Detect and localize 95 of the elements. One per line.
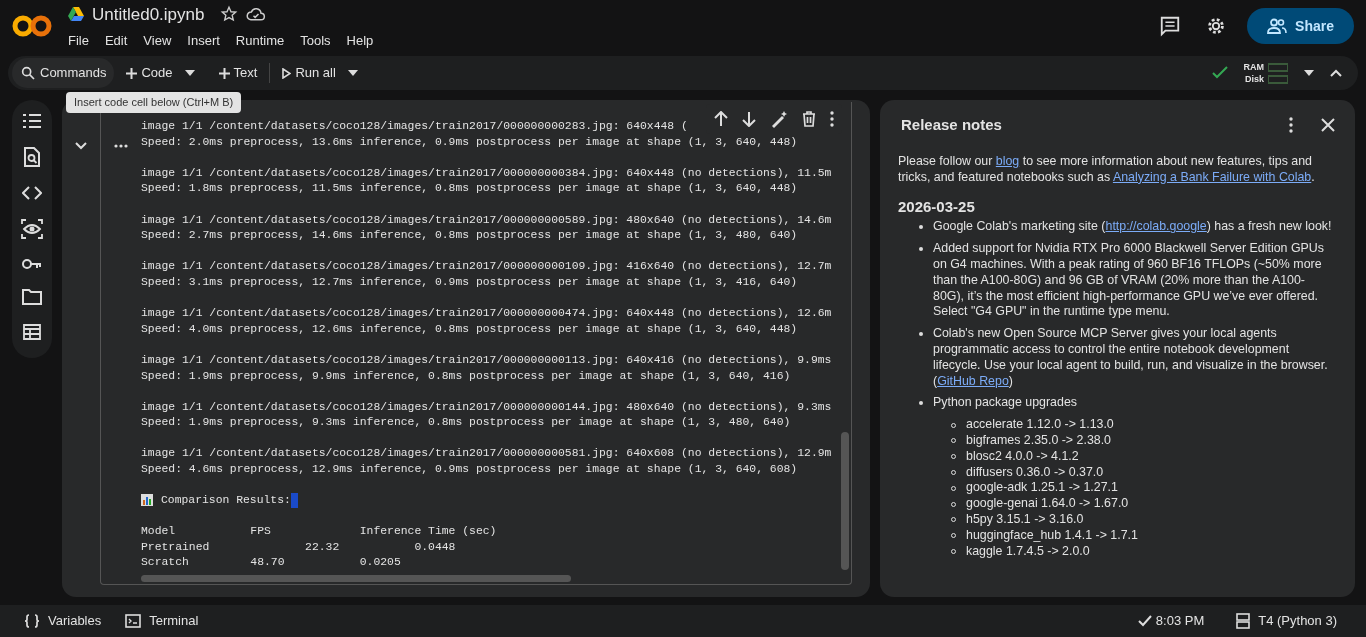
output-line: image 1/1 /content/datasets/coco128/images/train2017/000000000589.jpg: 480x640 (no detections), 14.6m (141, 212, 833, 228)
output-line: Speed: 4.0ms preprocess, 12.6ms inference, 0.8ms postprocess per image at shape (1, 3, 640, 448) (141, 321, 799, 337)
find-icon[interactable] (24, 147, 40, 167)
terminal-button[interactable]: Terminal (125, 611, 199, 631)
list-item-text: diffusers 0.36.0 -> 0.37.0 (966, 464, 1104, 481)
menu-item[interactable]: Runtime (235, 31, 285, 51)
list-item-text: blosc2 4.0.0 -> 4.1.2 (966, 448, 1079, 465)
caret-icon[interactable] (347, 70, 358, 76)
link[interactable]: GitHub Repo (937, 373, 1009, 388)
date-heading: 2026-03-25 (898, 198, 976, 215)
braces-icon (24, 614, 40, 628)
menu-item[interactable]: Help (346, 31, 374, 51)
output-line: Model FPS Inference Time (sec) (141, 524, 498, 540)
output-line: image 1/1 /content/datasets/coco128/images/train2017/000000000474.jpg: 640x448 (no detections), 12.6m (141, 306, 833, 322)
table-icon[interactable] (23, 324, 41, 340)
runtime-button[interactable]: T4 (Python 3) (1236, 611, 1337, 631)
output-line: Pretrained 22.32 0.0448 (141, 539, 457, 555)
drive-icon (68, 7, 84, 22)
tooltip: Insert code cell below (Ctrl+M B) (66, 92, 242, 113)
link[interactable]: http://colab.google (1105, 219, 1207, 234)
menu-item[interactable]: Insert (187, 31, 220, 51)
collapse-icon[interactable] (1330, 69, 1342, 77)
output-line: image 1/1 /content/datasets/coco128/images/train2017/000000000283.jpg: 640x448 ( (141, 119, 689, 134)
intro-paragraph: Please follow our blog to see more information about new features, tips and tricks, and featured notebooks such as Analyzing a Bank Failure with Colab. (898, 154, 1316, 186)
plus-icon (218, 67, 230, 79)
commands-button[interactable]: Commands (12, 58, 115, 88)
play-icon (282, 67, 292, 79)
output-line: Scratch 48.70 0.0205 (141, 555, 402, 571)
output-line: image 1/1 /content/datasets/coco128/images/train2017/000000000113.jpg: 640x416 (no detections), 9.9ms (141, 352, 833, 368)
resources-indicator[interactable]: RAM Disk (1240, 61, 1288, 85)
comment-icon[interactable] (1159, 15, 1182, 37)
list-item-text: accelerate 1.12.0 -> 1.13.0 (966, 417, 1114, 433)
notebook-title[interactable]: Untitled0.ipynb (92, 1, 205, 27)
bullet-text: Python package upgrades (933, 395, 1078, 412)
results-title: Comparison Results: (161, 492, 291, 508)
pencil-sparkle-icon[interactable] (770, 110, 788, 128)
more-vertical-icon[interactable] (830, 111, 834, 127)
list-item-text: kaggle 1.7.4.5 -> 2.0.0 (966, 543, 1090, 560)
share-button[interactable]: Share (1247, 8, 1354, 44)
caret-icon[interactable] (1304, 70, 1314, 76)
close-icon[interactable] (1321, 118, 1335, 132)
bullet-text: Added support for Nvidia RTX Pro 6000 Blackwell Server Edition GPUs on G4 machines. With a peak rating of 960 BF16 TFLOPs (~50% more than the A100-80G) and 96 GB of VRAM (20% more than the A100-80G), it’s the most efficient high-performance GPU we’ve ever offered. Select "G4 GPU" in the runtime type menu. (933, 241, 1325, 321)
output-line: Speed: 2.7ms preprocess, 14.6ms inference, 0.8ms postprocess per image at shape (1, 3, 480, 640) (141, 228, 799, 244)
last-saved-time[interactable]: 8:03 PM (1155, 611, 1205, 631)
caret-icon[interactable] (184, 70, 195, 76)
menu-item[interactable]: File (68, 31, 89, 51)
cloud-check-icon[interactable] (246, 6, 267, 23)
bullet-text: Colab's new Open Source MCP Server gives your local agents programmatic access to control the entire notebook development lifecycle. Use your local agent to build, run, and visualize in the browser. (GitHub Repo) (933, 326, 1329, 390)
list-item-text: h5py 3.15.1 -> 3.16.0 (966, 511, 1084, 528)
search-icon (20, 65, 36, 81)
menu-item[interactable]: Edit (104, 31, 128, 51)
colab-logo[interactable] (12, 14, 52, 38)
more-vertical-icon[interactable] (1289, 117, 1293, 133)
output-line: Speed: 2.0ms preprocess, 13.6ms inference, 0.9ms postprocess per image at shape (1, 3, 640, 448) (141, 134, 799, 150)
server-icon (1236, 613, 1251, 629)
output-line: image 1/1 /content/datasets/coco128/images/train2017/000000000109.jpg: 416x640 (no detections), 12.7m (141, 259, 833, 275)
vertical-scrollbar[interactable] (841, 432, 849, 570)
output-line: Speed: 1.8ms preprocess, 11.5ms inference, 0.8ms postprocess per image at shape (1, 3, 640, 448) (141, 181, 799, 197)
code-icon[interactable] (22, 186, 42, 200)
text-cursor (290, 492, 298, 508)
list-item-text: google-genai 1.64.0 -> 1.67.0 (966, 496, 1129, 512)
output-line: Speed: 1.9ms preprocess, 9.3ms inference, 0.8ms postprocess per image at shape (1, 3, 480, 640) (141, 415, 792, 431)
plus-icon (126, 67, 138, 79)
folder-icon[interactable] (22, 289, 42, 305)
output-line: image 1/1 /content/datasets/coco128/images/train2017/000000000384.jpg: 640x448 (no detections), 11.5m (141, 165, 833, 181)
trash-icon[interactable] (802, 111, 816, 127)
output-line: image 1/1 /content/datasets/coco128/images/train2017/000000000581.jpg: 640x608 (no detections), 12.9m (141, 446, 833, 462)
bullet-text: Google Colab's marketing site (http://colab.google) has a fresh new look! (933, 219, 1333, 236)
more-icon[interactable] (114, 144, 128, 148)
output-line: image 1/1 /content/datasets/coco128/images/train2017/000000000144.jpg: 480x640 (no detections), 9.3ms (141, 399, 833, 415)
people-icon (1267, 18, 1288, 34)
star-icon[interactable] (220, 5, 239, 24)
add-cell-button[interactable]: Text (210, 58, 266, 88)
variables-button[interactable]: Variables (24, 611, 102, 631)
bar-chart-icon (141, 494, 153, 507)
horizontal-scrollbar[interactable] (141, 575, 571, 582)
link[interactable]: blog (995, 154, 1020, 168)
output-line: Speed: 3.1ms preprocess, 12.7ms inference, 0.9ms postprocess per image at shape (1, 3, 416, 640) (141, 274, 799, 290)
table-of-contents-icon[interactable] (23, 114, 41, 128)
eye-icon[interactable] (21, 219, 43, 239)
list-item-text: bigframes 2.35.0 -> 2.38.0 (966, 432, 1111, 449)
output-line: Speed: 4.6ms preprocess, 12.9ms inference, 0.9ms postprocess per image at shape (1, 3, 640, 608) (141, 462, 799, 478)
list-item-text: google-adk 1.25.1 -> 1.27.1 (966, 480, 1118, 497)
terminal-icon (125, 614, 142, 628)
key-icon[interactable] (22, 258, 42, 270)
run-all-button[interactable]: Run all (274, 58, 374, 88)
arrow-up-icon[interactable] (714, 111, 728, 127)
menu-item[interactable]: View (143, 31, 172, 51)
arrow-down-icon[interactable] (742, 111, 756, 127)
add-cell-button[interactable]: Code (118, 58, 211, 88)
panel-title: Release notes (901, 114, 1002, 135)
menu-item[interactable]: Tools (300, 31, 331, 51)
list-item-text: huggingface_hub 1.4.1 -> 1.7.1 (966, 527, 1138, 544)
collapse-icon[interactable] (75, 142, 87, 150)
output-line: Speed: 1.9ms preprocess, 9.9ms inference, 0.8ms postprocess per image at shape (1, 3, 640, 416) (141, 368, 792, 384)
